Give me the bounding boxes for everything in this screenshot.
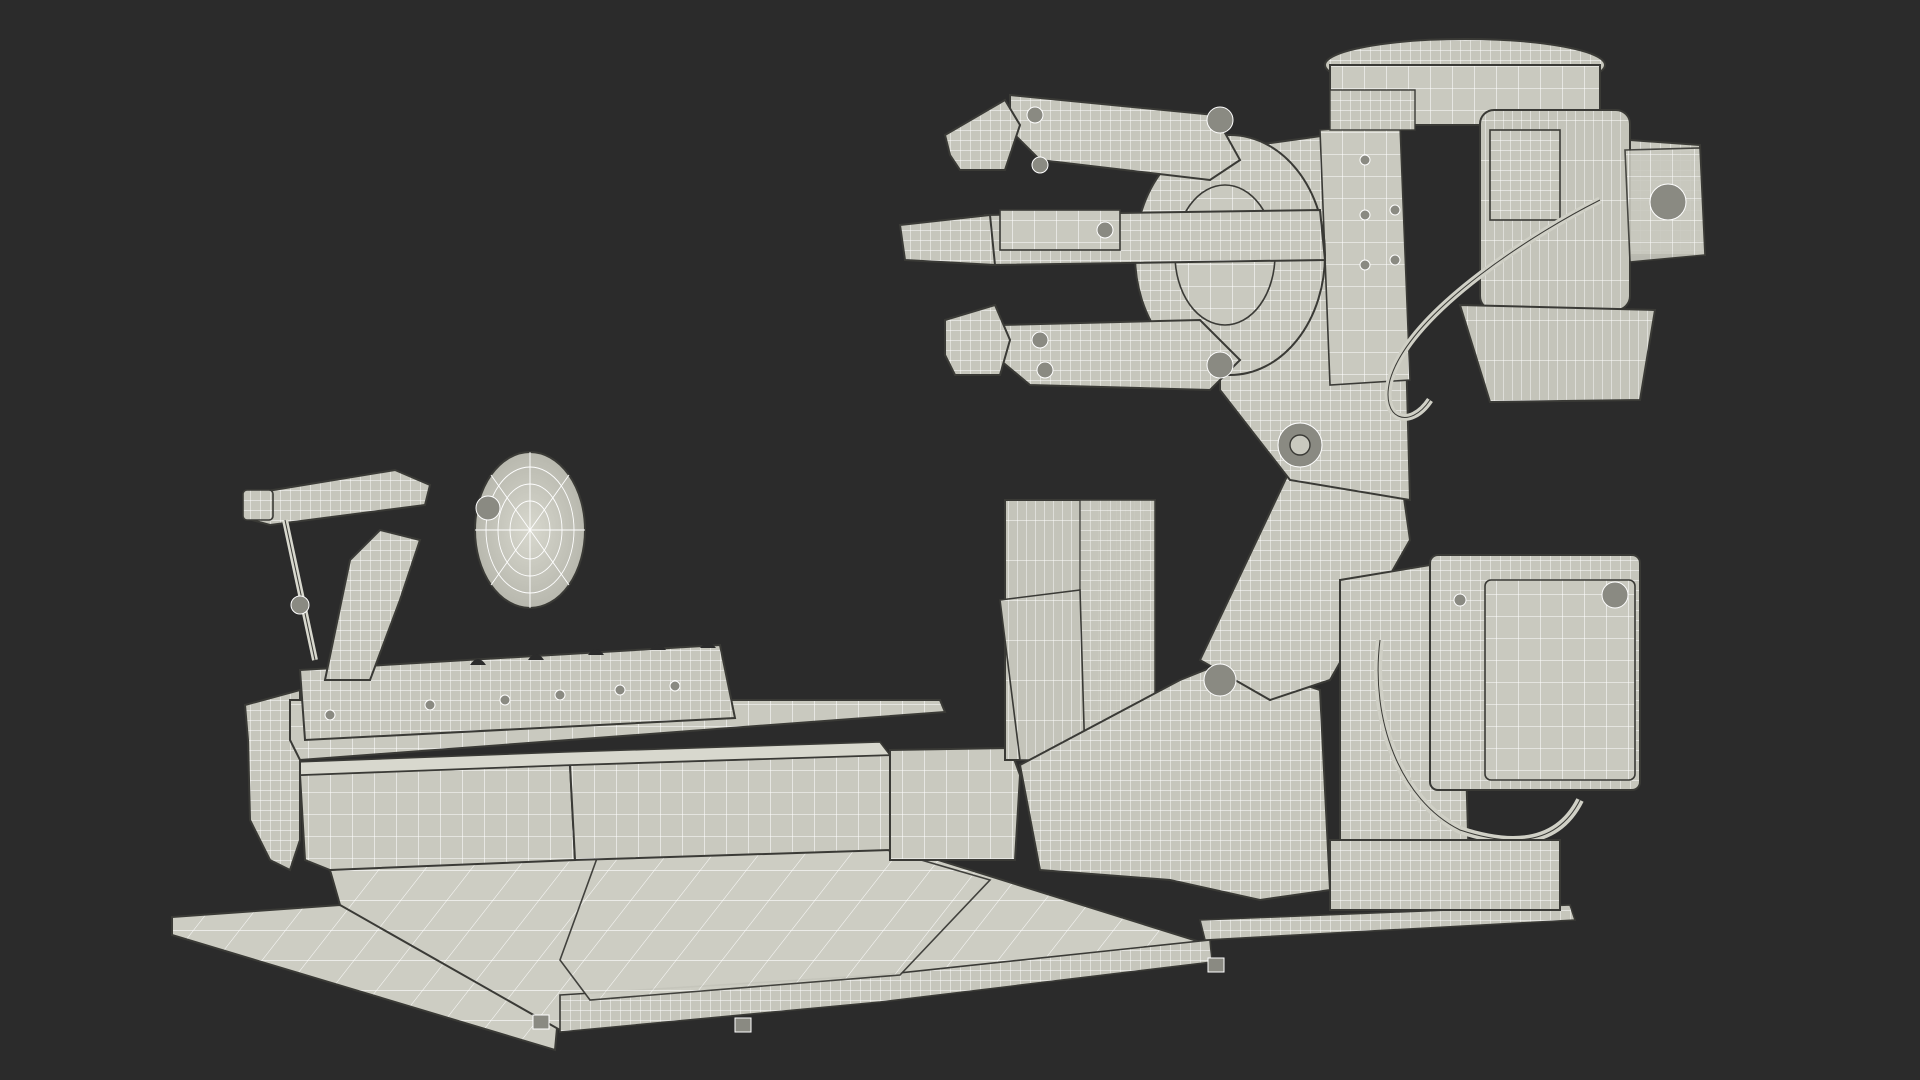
motor-gearbox	[1458, 303, 1657, 404]
claw-lower	[944, 303, 1012, 376]
claw-middle	[898, 213, 997, 267]
tower-pivot-lower	[1203, 663, 1237, 697]
arm-pivot	[290, 595, 310, 615]
control-box-door	[1484, 579, 1636, 781]
disc-hub	[475, 495, 501, 521]
foot-1	[532, 1014, 550, 1030]
rear-frame	[1329, 839, 1561, 911]
motor-shaft	[1649, 183, 1687, 221]
gripper-head	[898, 93, 1327, 392]
claw-upper	[943, 98, 1022, 171]
disc-mesh	[475, 452, 585, 608]
foot-3	[1207, 957, 1225, 973]
tray-wall-left	[298, 763, 577, 872]
control-knob	[1601, 581, 1629, 609]
foot-2	[734, 1017, 752, 1033]
gripper-arm-lower	[999, 318, 1242, 392]
control-indicator	[1453, 593, 1467, 607]
wireframe-render	[171, 38, 1707, 1052]
control-box-assembly	[1329, 554, 1641, 911]
motor-terminal-box	[1489, 129, 1561, 221]
tray-wall-right-block	[889, 746, 1022, 861]
bead-breaker-arm	[323, 528, 422, 681]
handle-grip	[242, 489, 274, 521]
tray-walls	[293, 741, 1022, 872]
electric-motor	[1384, 109, 1707, 421]
render-viewport	[0, 0, 1920, 1080]
tray-wall-back	[568, 753, 891, 862]
